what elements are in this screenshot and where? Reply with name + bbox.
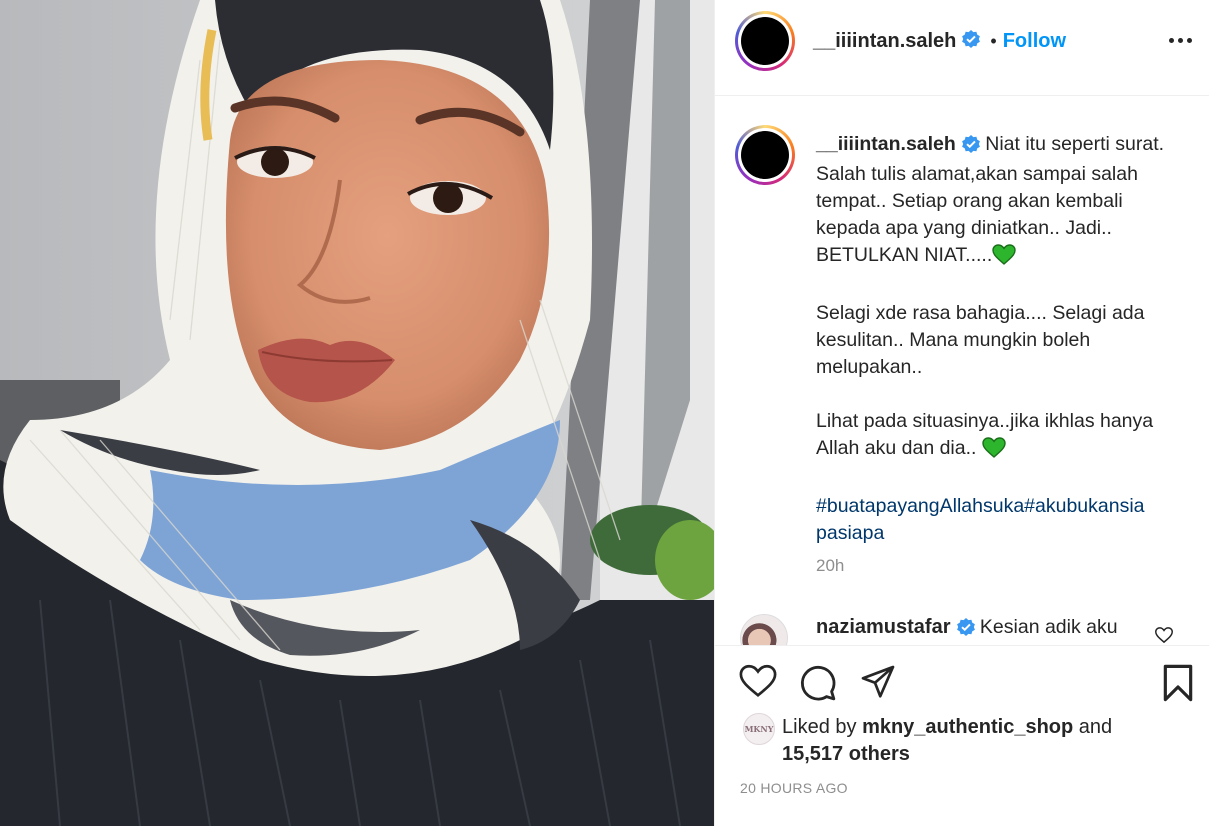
caption-hashtags[interactable]: #buatapayangAllahsuka#akubukansia pasiap… [816, 495, 1150, 544]
selfie-image [0, 0, 714, 826]
action-bar [715, 645, 1209, 725]
comment-like-heart-icon[interactable] [1154, 627, 1174, 645]
verified-badge-icon [956, 618, 975, 642]
author-row: __iiiintan.saleh • Follow [813, 28, 1066, 54]
comment-text: Kesian adik aku [979, 616, 1118, 638]
comment-icon[interactable] [799, 664, 837, 707]
liker-avatar[interactable]: MKNY [743, 713, 775, 745]
verified-badge-icon [961, 134, 980, 161]
likes-conj: and [1078, 716, 1113, 738]
likes-count[interactable]: 15,517 others [782, 743, 910, 765]
commenter-username[interactable]: naziamustafar [816, 616, 951, 638]
author-avatar[interactable] [735, 11, 795, 71]
separator-dot: • [990, 30, 997, 51]
likes-summary: Liked by mkny_authentic_shop and 15,517 … [782, 714, 1112, 768]
post-photo[interactable] [0, 0, 714, 826]
post-caption: __iiiintan.saleh Niat itu seperti surat.… [816, 131, 1178, 547]
likes-prefix: Liked by [782, 716, 857, 738]
post-details-panel: __iiiintan.saleh • Follow __iiiintan.sal… [714, 0, 1209, 826]
liker-username[interactable]: mkny_authentic_shop [862, 716, 1073, 738]
caption-username[interactable]: __iiiintan.saleh [816, 133, 956, 155]
post-timestamp[interactable]: 20 HOURS AGO [740, 780, 848, 796]
author-username[interactable]: __iiiintan.saleh [813, 30, 956, 53]
post-header: __iiiintan.saleh • Follow [715, 0, 1209, 96]
share-icon[interactable] [859, 664, 897, 705]
verified-badge-icon [962, 29, 981, 53]
commenter-avatar[interactable] [740, 614, 788, 645]
follow-button[interactable]: Follow [1003, 30, 1066, 53]
green-heart-icon [982, 437, 1006, 466]
caption-author-avatar[interactable] [735, 125, 795, 185]
comment-item: naziamustafar Kesian adik aku [816, 616, 1118, 642]
more-options-icon[interactable] [1169, 38, 1192, 43]
caption-paragraph-2: Selagi xde rasa bahagia.... Selagi ada k… [816, 302, 1150, 378]
bookmark-icon[interactable] [1161, 664, 1195, 707]
caption-time[interactable]: 20h [816, 556, 844, 576]
comments-section[interactable]: __iiiintan.saleh Niat itu seperti surat.… [715, 97, 1209, 645]
green-heart-icon [992, 244, 1016, 273]
heart-icon[interactable] [739, 664, 777, 703]
